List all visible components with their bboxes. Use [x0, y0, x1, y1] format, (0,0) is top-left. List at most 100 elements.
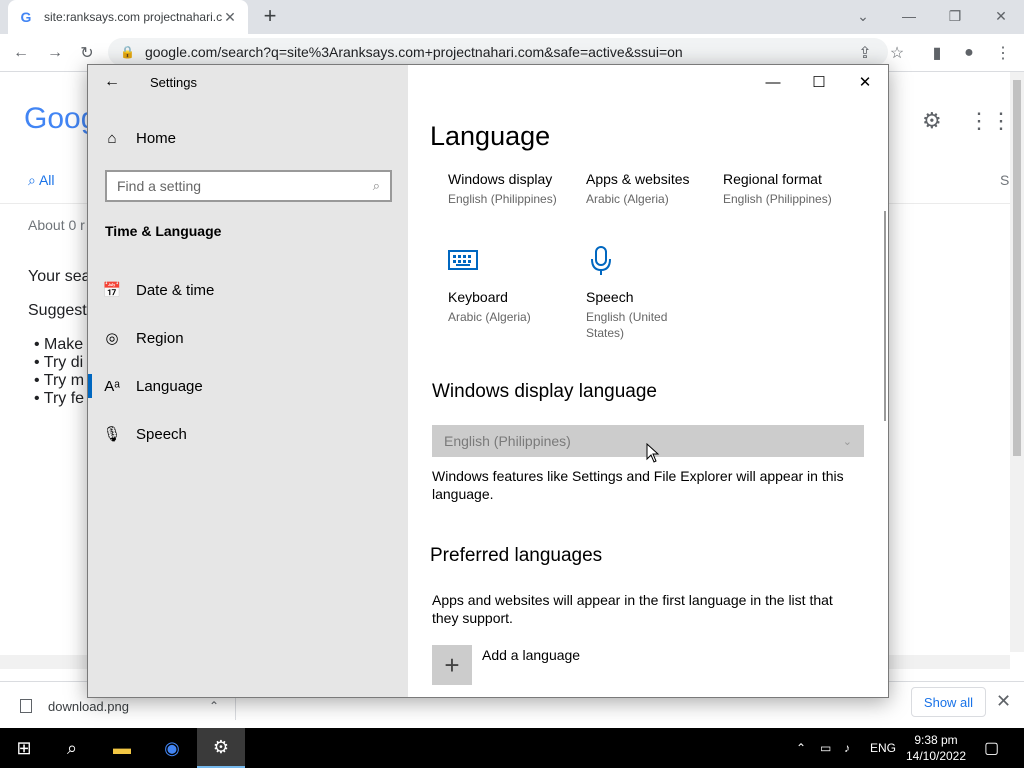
close-downloads-icon[interactable]: ✕: [996, 691, 1011, 712]
add-language-plus-icon[interactable]: +: [432, 645, 472, 685]
sidebar-item-speech[interactable]: 🎙 Speech: [88, 414, 408, 454]
close-window-icon[interactable]: ✕: [978, 0, 1024, 32]
clock[interactable]: 9:38 pm 14/10/2022: [900, 732, 972, 764]
tile-speech[interactable]: Speech English (United States): [586, 289, 696, 341]
clock-time: 9:38 pm: [914, 733, 958, 747]
tab-title: site:ranksays.com projectnahari.c: [44, 10, 222, 24]
forward-icon[interactable]: →: [42, 40, 68, 66]
tile-apps-websites[interactable]: Apps & websites Arabic (Algeria): [586, 171, 716, 207]
nav-home[interactable]: ⌂ Home: [88, 118, 408, 158]
tile-windows-display[interactable]: Windows display English (Philippines): [448, 171, 578, 207]
sidebar-item-label: Region: [136, 329, 184, 347]
content-scrollbar[interactable]: [884, 211, 886, 421]
calendar-clock-icon: 📅: [102, 282, 122, 299]
back-arrow-icon[interactable]: ←: [104, 73, 120, 91]
page-title: Language: [430, 121, 551, 151]
microphone-icon: [588, 245, 614, 282]
find-setting-input[interactable]: Find a setting ⌕: [105, 170, 392, 202]
suggestions-heading: Suggest: [28, 302, 87, 319]
sidebar-item-language[interactable]: Aᵃ Language: [88, 366, 408, 406]
scrollbar-thumb[interactable]: [1013, 80, 1021, 456]
search-icon[interactable]: ⌕: [48, 728, 96, 768]
restore-icon[interactable]: ❐: [932, 0, 978, 32]
google-settings-gear-icon[interactable]: ⚙: [922, 108, 942, 134]
tray-chevron-up-icon[interactable]: ⌃: [796, 728, 806, 768]
close-icon[interactable]: ✕: [842, 69, 888, 95]
tile-title: Regional format: [723, 171, 822, 187]
menu-icon[interactable]: ⋮: [990, 40, 1016, 66]
reload-icon[interactable]: ↻: [74, 40, 100, 66]
tile-subtitle: English (Philippines): [723, 192, 832, 206]
minimize-icon[interactable]: —: [750, 69, 796, 95]
list-item: • Try fe: [34, 390, 85, 407]
settings-content: — ☐ ✕ Language Windows display English (…: [408, 65, 888, 697]
show-all-button[interactable]: Show all: [911, 687, 986, 717]
search-placeholder: Find a setting: [117, 178, 202, 194]
chevron-down-icon: ⌄: [842, 435, 852, 448]
microphone-icon: 🎙: [102, 426, 122, 443]
clock-date: 14/10/2022: [905, 749, 967, 763]
chrome-icon[interactable]: ◉: [148, 728, 196, 768]
tile-regional-format[interactable]: Regional format English (Philippines): [723, 171, 853, 207]
mouse-cursor-icon: [646, 442, 660, 468]
keyboard-icon: [448, 249, 478, 276]
address-bar[interactable]: 🔒 google.com/search?q=site%3Aranksays.co…: [108, 38, 888, 66]
new-tab-icon[interactable]: +: [258, 3, 282, 28]
google-favicon-icon: G: [20, 9, 32, 25]
language-icon: Aᵃ: [104, 377, 120, 395]
preferred-languages-heading: Preferred languages: [430, 545, 603, 566]
start-windows-icon[interactable]: ⊞: [0, 728, 48, 768]
result-stats: About 0 r: [28, 217, 85, 233]
language-indicator[interactable]: ENG: [870, 728, 896, 768]
home-icon: ⌂: [107, 129, 117, 147]
tile-subtitle: Arabic (Algeria): [586, 192, 669, 206]
lock-icon: 🔒: [120, 45, 135, 59]
tab-search-icon[interactable]: ⌄: [840, 0, 886, 32]
chevron-up-icon[interactable]: ⌃: [209, 699, 219, 713]
tile-title: Apps & websites: [586, 171, 690, 187]
globe-icon: ◎: [105, 330, 119, 347]
suggestions-list: • Make • Try di • Try m • Try fe: [34, 336, 84, 408]
bookmark-star-icon[interactable]: ☆: [884, 40, 910, 66]
page-scrollbar[interactable]: [1010, 72, 1024, 652]
tile-keyboard[interactable]: Keyboard Arabic (Algeria): [448, 289, 578, 325]
google-apps-icon[interactable]: ⋮⋮: [968, 108, 1012, 134]
no-results-text: Your sea: [28, 268, 91, 285]
taskbar: ⊞ ⌕ ▬ ◉ ⚙ ⌃ ▭ ♪ ENG 9:38 pm 14/10/2022 ▢: [0, 728, 1024, 768]
browser-tabbar: G site:ranksays.com projectnahari.c ✕ + …: [0, 0, 1024, 34]
url-text: google.com/search?q=site%3Aranksays.com+…: [144, 44, 683, 60]
notifications-icon[interactable]: ▢: [984, 728, 999, 768]
tile-title: Windows display: [448, 171, 553, 187]
settings-window: ← Settings ⌂ Home Find a setting ⌕ Time …: [87, 64, 889, 698]
sidebar-item-label: Speech: [136, 425, 187, 443]
download-filename: download.png: [48, 698, 129, 714]
maximize-icon[interactable]: ☐: [796, 69, 842, 95]
sidebar-item-label: Language: [136, 377, 203, 395]
profile-icon[interactable]: ●: [956, 40, 982, 66]
tab-settings-partial[interactable]: S: [1000, 172, 1009, 188]
tile-subtitle: English (United States): [586, 310, 668, 340]
search-icon: ⌕: [372, 178, 380, 193]
tab-close-icon[interactable]: ✕: [222, 9, 238, 26]
display-language-description: Windows features like Settings and File …: [432, 468, 844, 502]
side-panel-icon[interactable]: ▮: [924, 40, 950, 66]
share-icon[interactable]: ⇪: [852, 40, 878, 66]
add-language-label[interactable]: Add a language: [482, 647, 580, 663]
back-icon[interactable]: ←: [8, 40, 34, 66]
list-item: • Try di: [34, 354, 84, 371]
sidebar-item-region[interactable]: ◎ Region: [88, 318, 408, 358]
display-language-heading: Windows display language: [432, 381, 657, 402]
settings-gear-icon[interactable]: ⚙: [197, 728, 245, 768]
minimize-icon[interactable]: —: [886, 0, 932, 32]
sidebar-item-date-time[interactable]: 📅 Date & time: [88, 270, 408, 310]
volume-icon[interactable]: ♪: [844, 728, 850, 768]
tile-subtitle: English (Philippines): [448, 192, 557, 206]
settings-window-title: Settings: [150, 75, 197, 90]
tab-all[interactable]: ⌕ All: [28, 172, 55, 189]
file-explorer-icon[interactable]: ▬: [98, 728, 146, 768]
section-heading: Time & Language: [105, 223, 222, 239]
browser-tab[interactable]: G site:ranksays.com projectnahari.c ✕: [8, 0, 248, 34]
network-icon[interactable]: ▭: [820, 728, 831, 768]
dropdown-value: English (Philippines): [444, 433, 571, 449]
settings-sidebar: ← Settings ⌂ Home Find a setting ⌕ Time …: [88, 65, 408, 697]
